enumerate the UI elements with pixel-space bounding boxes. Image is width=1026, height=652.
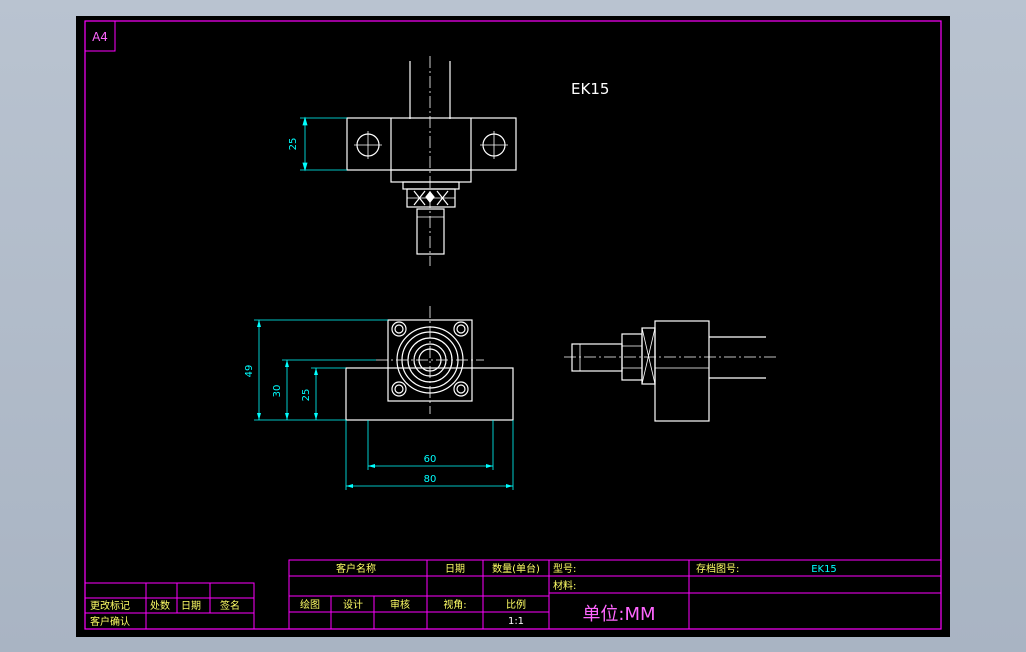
tb-unit: 单位:MM — [582, 604, 655, 625]
tb-scale-label: 比例 — [506, 598, 526, 611]
dim-base-height: 25 — [301, 389, 312, 402]
side-view — [564, 320, 776, 422]
part-label: EK15 — [571, 80, 609, 98]
title-texts: 客户名称 日期 数量(单台) 型号: 存档图号: EK15 材料: 绘图 设计 … — [300, 562, 837, 627]
tb-customer-name: 客户名称 — [336, 562, 376, 575]
dim-hole-spacing: 60 — [424, 454, 437, 465]
rev-change-mark: 更改标记 — [90, 599, 130, 612]
tb-material: 材料: — [553, 579, 576, 592]
tb-drawn-by: 绘图 — [300, 598, 320, 611]
dim-top-height: 25 — [288, 138, 299, 151]
rev-customer-confirm: 客户确认 — [90, 615, 130, 628]
tb-model-no: 型号: — [553, 562, 576, 575]
tb-date: 日期 — [445, 563, 465, 575]
top-view: 25 — [288, 56, 517, 266]
tb-projection: 视角: — [443, 598, 466, 611]
dim-total-height: 49 — [244, 365, 255, 378]
rev-count: 处数 — [150, 599, 170, 612]
tb-scale-value: 1:1 — [508, 616, 524, 627]
paper-size-label: A4 — [92, 30, 108, 44]
front-view: 49 30 25 60 80 — [244, 306, 514, 490]
tb-quantity: 数量(单台) — [492, 562, 540, 575]
rev-date: 日期 — [181, 600, 201, 612]
dim-overall-width: 80 — [424, 474, 437, 485]
dim-center-height: 30 — [272, 385, 283, 398]
tb-reviewed-by: 审核 — [390, 598, 410, 611]
rev-signature: 签名 — [220, 599, 240, 612]
tb-drawing-no-label: 存档图号: — [696, 562, 739, 575]
cad-viewport[interactable]: A4 EK15 25 49 30 25 60 80 更改标记 处数 日期 签名 … — [76, 16, 950, 637]
tb-designed-by: 设计 — [343, 598, 363, 611]
tb-drawing-no: EK15 — [811, 564, 837, 575]
drawing-border — [84, 20, 942, 630]
technical-drawing: A4 EK15 25 49 30 25 60 80 更改标记 处数 日期 签名 … — [84, 20, 942, 630]
